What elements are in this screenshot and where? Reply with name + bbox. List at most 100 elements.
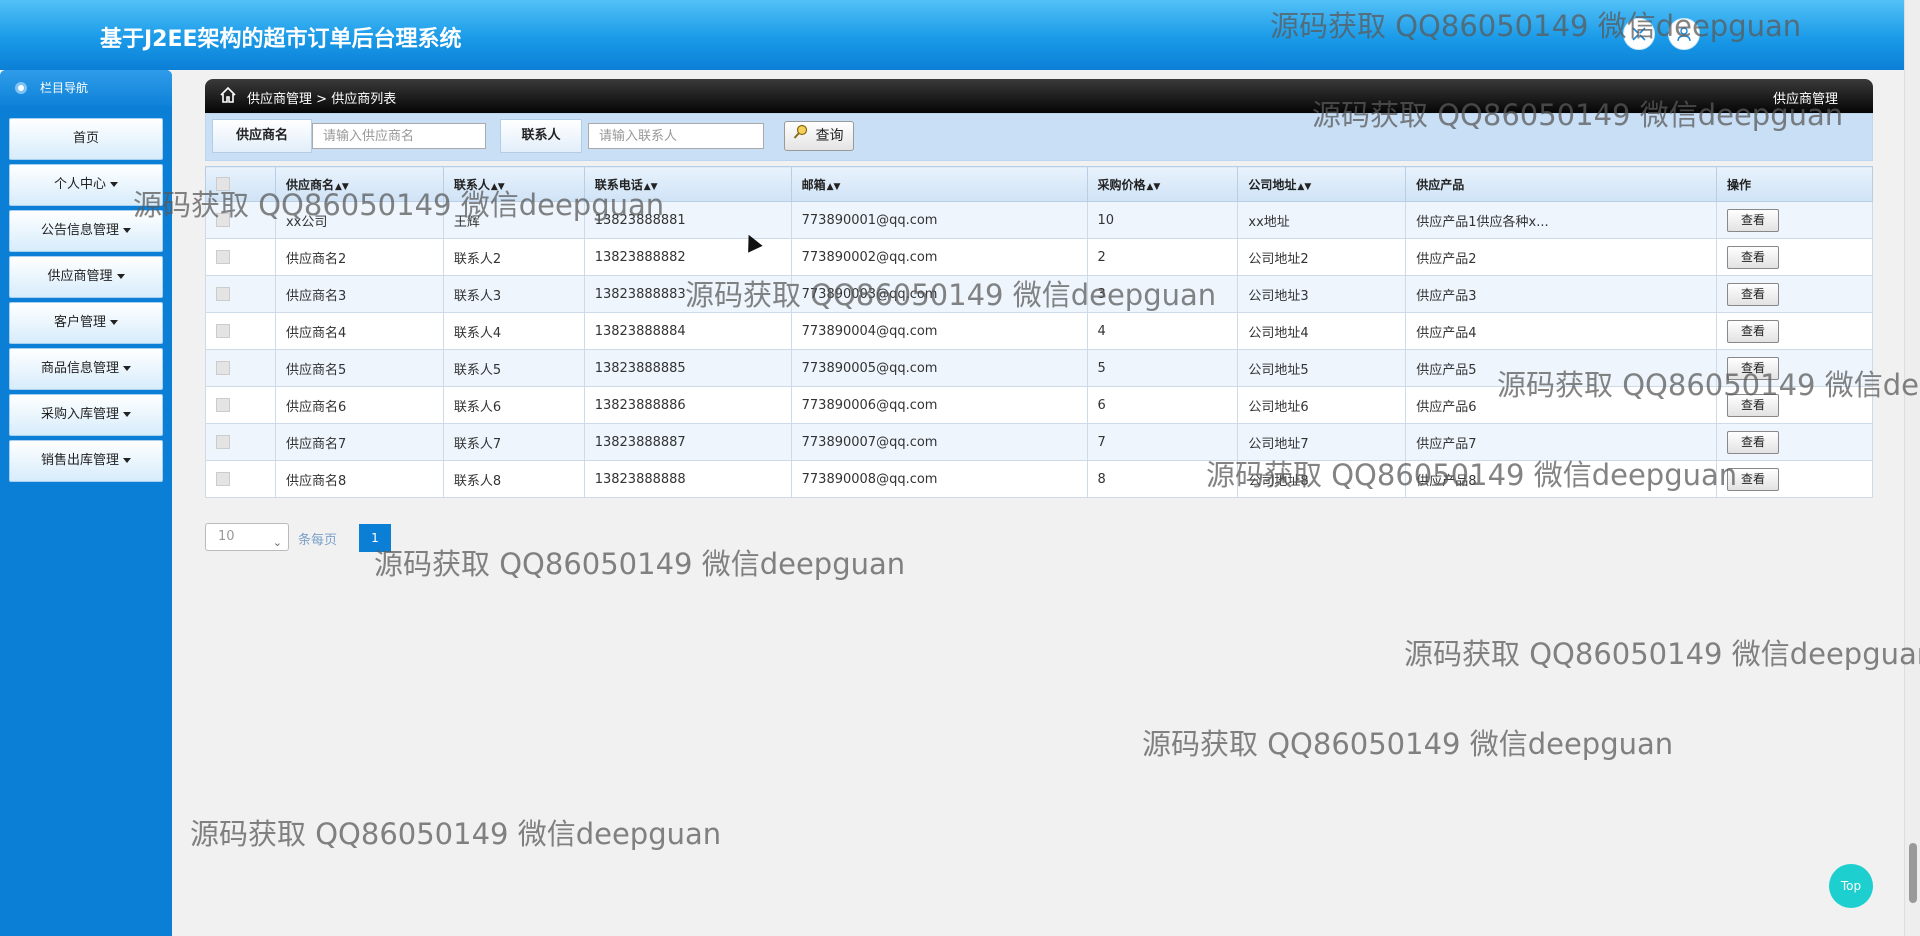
row-checkbox[interactable]	[216, 324, 230, 338]
column-header[interactable]: 邮箱▲▼	[790, 166, 1088, 202]
page-button-current[interactable]: 1	[359, 524, 391, 552]
scrollbar-thumb[interactable]	[1909, 843, 1917, 903]
sidebar-item-customer[interactable]: 客户管理	[9, 302, 163, 344]
sidebar-item-label: 商品信息管理	[40, 361, 119, 376]
row-checkbox[interactable]	[216, 361, 230, 375]
search-button[interactable]: 查询	[784, 121, 855, 151]
home-icon[interactable]	[219, 86, 237, 104]
view-button[interactable]: 查看	[1727, 282, 1780, 306]
row-select-cell[interactable]	[205, 423, 276, 461]
view-button[interactable]: 查看	[1727, 208, 1780, 232]
row-checkbox[interactable]	[216, 435, 230, 449]
view-button[interactable]: 查看	[1727, 319, 1780, 343]
column-header[interactable]: 公司地址▲▼	[1237, 166, 1407, 202]
sidebar-item-personal-center[interactable]: 个人中心	[9, 164, 163, 206]
breadcrumb-parent[interactable]: 供应商管理	[247, 92, 312, 107]
table-row: 供应商名2 联系人2 13823888882 773890002@qq.com 2 公司地…	[205, 238, 1873, 276]
row-select-cell[interactable]	[205, 460, 276, 498]
sidebar-item-supplier[interactable]: 供应商管理	[9, 256, 163, 298]
row-select-cell[interactable]	[205, 201, 276, 239]
price-cell: 10	[1086, 201, 1239, 239]
contact-cell: 联系人8	[442, 460, 585, 498]
sort-icon[interactable]: ▲▼	[491, 182, 505, 192]
pagination: 10 ⌄ 条每页 1	[205, 523, 1873, 563]
shrink-icon[interactable]	[1623, 18, 1655, 50]
sidebar-header-label: 栏目导航	[40, 81, 89, 95]
sort-icon[interactable]: ▲▼	[1297, 182, 1311, 192]
user-icon[interactable]	[1668, 18, 1700, 50]
sidebar-item-purchase[interactable]: 采购入库管理	[9, 394, 163, 436]
phone-cell: 13823888886	[583, 386, 792, 424]
row-select-cell[interactable]	[205, 275, 276, 313]
breadcrumb-right-title: 供应商管理	[1772, 92, 1838, 107]
row-select-cell[interactable]	[205, 238, 276, 276]
chevron-down-icon: ⌄	[272, 536, 282, 549]
row-select-cell[interactable]	[205, 312, 276, 350]
contact-label: 联系人	[500, 119, 582, 153]
row-checkbox[interactable]	[216, 250, 230, 264]
contact-cell: 联系人5	[442, 349, 585, 387]
supplier-name-cell: 供应商名3	[274, 275, 444, 313]
page-scrollbar[interactable]	[1904, 0, 1920, 936]
column-header: 供应产品	[1405, 166, 1718, 202]
table-row: 供应商名3 联系人3 13823888883 773890003@qq.com 3 公司地…	[205, 275, 1873, 313]
breadcrumb-current: 供应商列表	[331, 92, 397, 107]
phone-cell: 13823888883	[583, 275, 792, 313]
watermark: 源码获取 QQ86050149 微信deepguan	[1142, 727, 1674, 761]
app-title: 基于J2EE架构的超市订单后台理系统	[100, 27, 462, 52]
email-cell: 773890002@qq.com	[790, 238, 1088, 276]
view-button[interactable]: 查看	[1727, 245, 1780, 269]
sidebar-item-goods[interactable]: 商品信息管理	[9, 348, 163, 390]
action-cell: 查看	[1716, 201, 1873, 239]
sidebar-item-sales[interactable]: 销售出库管理	[9, 440, 163, 482]
action-cell: 查看	[1716, 275, 1873, 313]
product-cell: 供应产品6	[1405, 386, 1718, 424]
view-button[interactable]: 查看	[1727, 393, 1780, 417]
watermark: 源码获取 QQ86050149 微信deepguan	[190, 817, 722, 851]
supplier-name-input[interactable]	[312, 123, 486, 149]
sort-icon[interactable]: ▲▼	[1147, 182, 1161, 192]
sidebar-item-notice[interactable]: 公告信息管理	[9, 210, 163, 252]
column-header[interactable]: 联系电话▲▼	[583, 166, 792, 202]
sort-icon[interactable]: ▲▼	[827, 182, 841, 192]
supplier-name-cell: 供应商名2	[274, 238, 444, 276]
sidebar-item-home[interactable]: 首页	[9, 118, 163, 160]
sidebar-header: 栏目导航	[0, 70, 172, 106]
row-checkbox[interactable]	[216, 287, 230, 301]
table-row: 供应商名4 联系人4 13823888884 773890004@qq.com 4 公司地…	[205, 312, 1873, 350]
row-checkbox[interactable]	[216, 472, 230, 486]
contact-input[interactable]	[588, 123, 764, 149]
row-checkbox[interactable]	[216, 398, 230, 412]
product-cell: 供应产品7	[1405, 423, 1718, 461]
view-button[interactable]: 查看	[1727, 356, 1780, 380]
email-cell: 773890001@qq.com	[790, 201, 1088, 239]
contact-cell: 联系人7	[442, 423, 585, 461]
search-button-label: 查询	[815, 128, 844, 144]
sort-icon[interactable]: ▲▼	[644, 182, 658, 192]
email-cell: 773890008@qq.com	[790, 460, 1088, 498]
product-cell: 供应产品5	[1405, 349, 1718, 387]
row-select-cell[interactable]	[205, 386, 276, 424]
row-checkbox[interactable]	[216, 213, 230, 227]
column-header[interactable]: 供应商名▲▼	[274, 166, 444, 202]
select-all-checkbox[interactable]	[216, 177, 230, 192]
address-cell: 公司地址7	[1237, 423, 1407, 461]
row-select-cell[interactable]	[205, 349, 276, 387]
email-cell: 773890003@qq.com	[790, 275, 1088, 313]
action-cell: 查看	[1716, 238, 1873, 276]
column-header[interactable]: 采购价格▲▼	[1086, 166, 1239, 202]
action-cell: 查看	[1716, 423, 1873, 461]
sidebar-item-label: 个人中心	[53, 177, 106, 192]
back-to-top-button[interactable]: Top	[1829, 864, 1873, 908]
view-button[interactable]: 查看	[1727, 467, 1780, 491]
column-header[interactable]: 联系人▲▼	[442, 166, 585, 202]
select-all-header[interactable]	[205, 166, 276, 202]
sort-icon[interactable]: ▲▼	[335, 182, 349, 192]
page-size-select[interactable]: 10 ⌄	[205, 523, 289, 551]
sidebar-item-label: 采购入库管理	[40, 407, 119, 422]
view-button[interactable]: 查看	[1727, 430, 1780, 454]
product-cell: 供应产品1供应各种x...	[1405, 201, 1718, 239]
sidebar: 栏目导航 首页 个人中心 公告信息管理 供应商管理 客户管理 商品信息管理 采购…	[0, 70, 172, 936]
supplier-table: 供应商名▲▼ 联系人▲▼ 联系电话▲▼ 邮箱▲▼ 采购价格▲▼ 公司地址▲▼ 供…	[205, 166, 1873, 498]
caret-down-icon	[110, 320, 118, 325]
